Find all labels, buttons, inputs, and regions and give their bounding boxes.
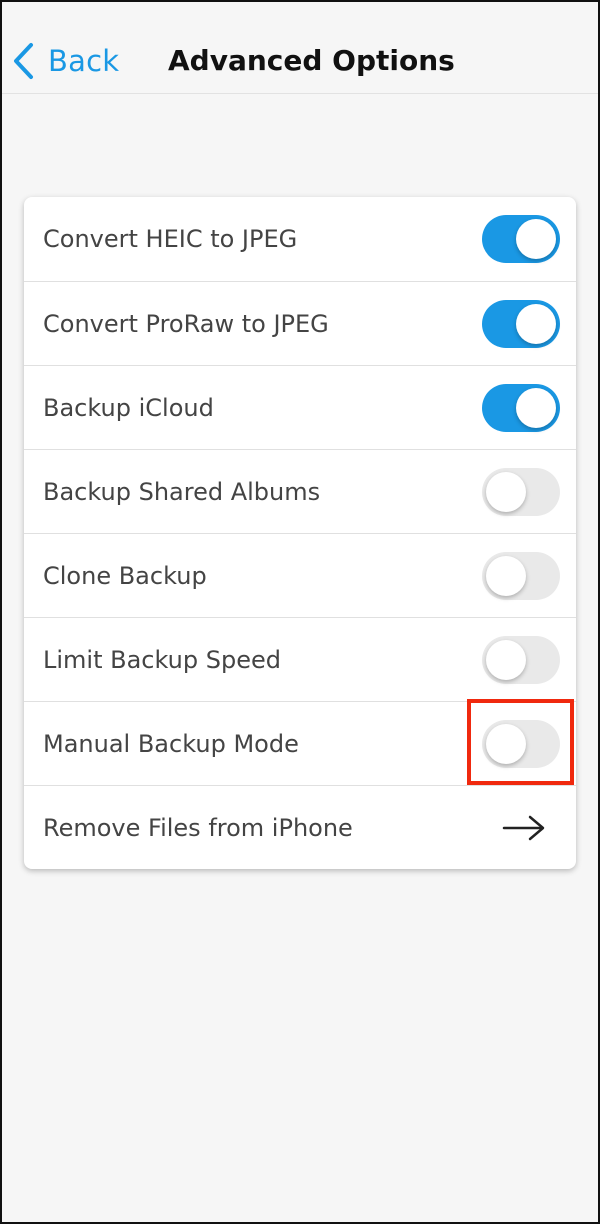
chevron-left-icon <box>14 43 33 79</box>
setting-row-clone-backup: Clone Backup <box>24 533 576 617</box>
toggle-knob <box>516 219 556 259</box>
back-button[interactable]: Back <box>12 36 119 86</box>
convert-proraw-toggle[interactable] <box>482 300 560 348</box>
backup-shared-albums-toggle[interactable] <box>482 468 560 516</box>
toggle-knob <box>486 472 526 512</box>
manual-backup-mode-toggle[interactable] <box>482 720 560 768</box>
settings-card: Convert HEIC to JPEG Convert ProRaw to J… <box>24 197 576 869</box>
setting-row-limit-backup-speed: Limit Backup Speed <box>24 617 576 701</box>
toggle-knob <box>516 388 556 428</box>
toggle-knob <box>486 556 526 596</box>
setting-row-remove-files[interactable]: Remove Files from iPhone <box>24 785 576 869</box>
clone-backup-toggle[interactable] <box>482 552 560 600</box>
setting-row-convert-proraw: Convert ProRaw to JPEG <box>24 281 576 365</box>
setting-row-backup-icloud: Backup iCloud <box>24 365 576 449</box>
setting-row-convert-heic: Convert HEIC to JPEG <box>24 197 576 281</box>
toggle-knob <box>516 304 556 344</box>
convert-heic-toggle[interactable] <box>482 215 560 263</box>
page-title: Advanced Options <box>168 44 455 77</box>
limit-backup-speed-toggle[interactable] <box>482 636 560 684</box>
back-label: Back <box>48 44 120 78</box>
toggle-knob <box>486 724 526 764</box>
toggle-knob <box>486 640 526 680</box>
navigation-bar: Back Advanced Options <box>2 2 598 94</box>
backup-icloud-toggle[interactable] <box>482 384 560 432</box>
setting-row-backup-shared-albums: Backup Shared Albums <box>24 449 576 533</box>
setting-row-manual-backup-mode: Manual Backup Mode <box>24 701 576 785</box>
setting-label: Remove Files from iPhone <box>43 813 353 842</box>
arrow-right-icon[interactable] <box>502 814 546 842</box>
